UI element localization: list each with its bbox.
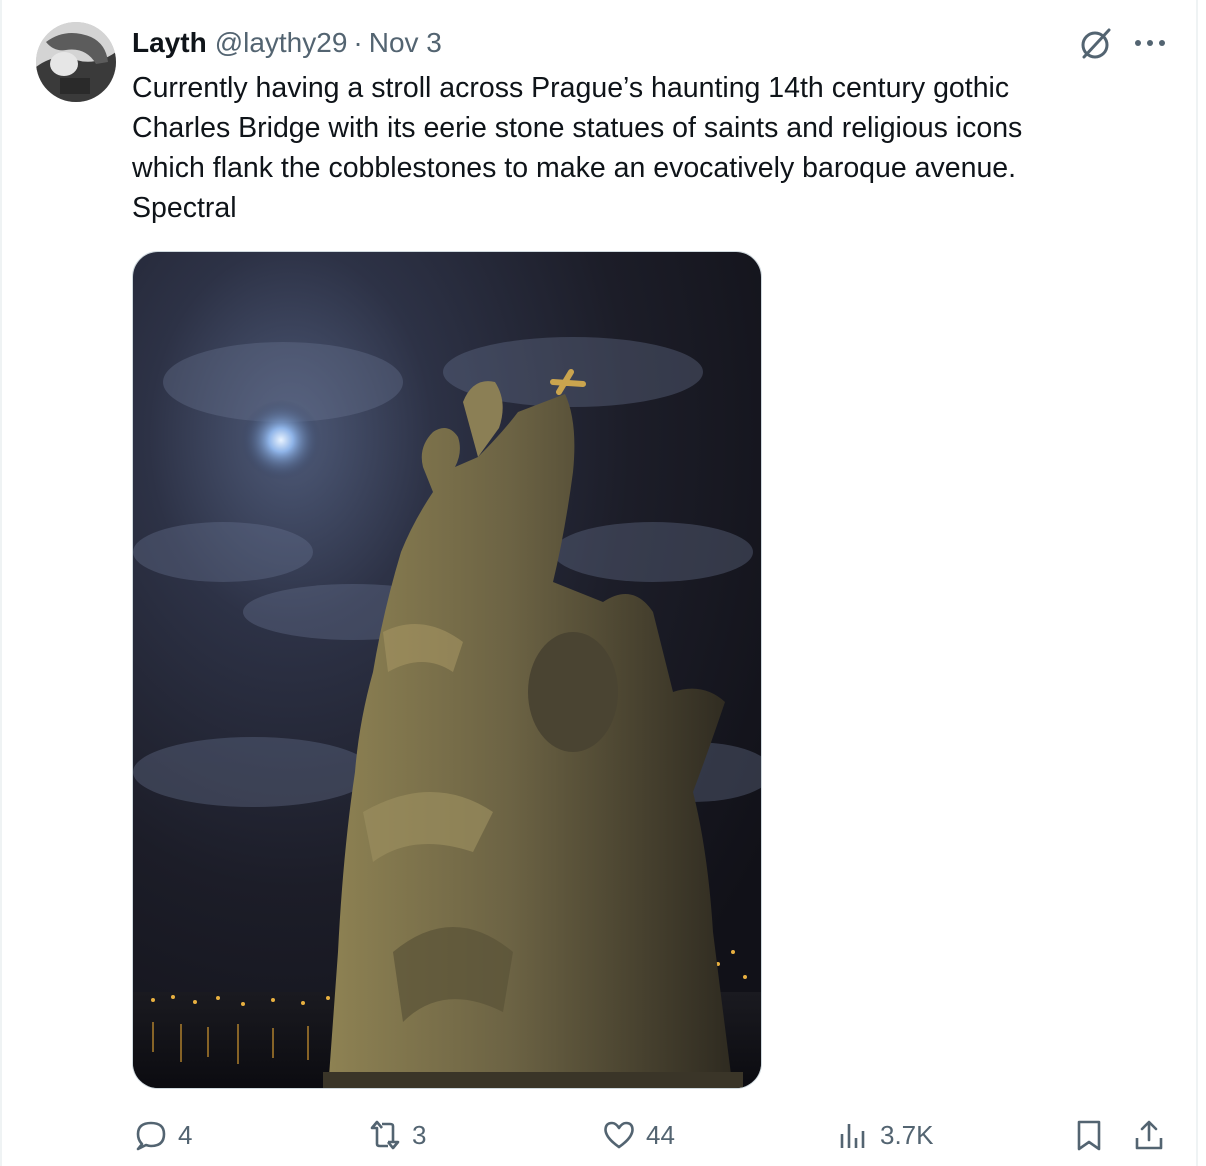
tweet-header: Layth @laythy29 · Nov 3 [132, 26, 442, 60]
tweet-date[interactable]: Nov 3 [369, 27, 442, 59]
like-button[interactable]: 44 [602, 1116, 675, 1154]
like-icon [604, 1121, 634, 1149]
reply-button[interactable]: 4 [134, 1116, 192, 1154]
views-icon [840, 1124, 865, 1148]
share-button[interactable] [1132, 1116, 1166, 1154]
bookmark-button[interactable] [1072, 1116, 1106, 1154]
repost-count: 3 [412, 1119, 427, 1150]
author-name[interactable]: Layth [132, 27, 207, 59]
tweet-text-line: Charles Bridge with its eerie stone stat… [132, 112, 1023, 144]
tweet-text-line: which flank the cobblestones to make an … [132, 152, 1017, 184]
tweet-photo[interactable] [132, 251, 762, 1089]
bookmark-icon [1077, 1120, 1101, 1151]
avatar[interactable] [36, 22, 116, 102]
tweet-text-line: Currently having a stroll across Prague’… [132, 72, 1010, 104]
like-count: 44 [646, 1119, 675, 1150]
tweet-actions: 4 3 44 3.7K [2, 1116, 1206, 1156]
repost-icon [370, 1120, 400, 1150]
reply-icon [136, 1121, 166, 1151]
author-handle[interactable]: @laythy29 [215, 27, 348, 59]
share-icon [1135, 1120, 1163, 1150]
tweet-card: Layth @laythy29 · Nov 3 Currently having… [0, 0, 1198, 1166]
separator: · [353, 27, 363, 58]
views-count: 3.7K [880, 1119, 934, 1150]
reply-count: 4 [178, 1119, 193, 1150]
grok-icon[interactable] [1078, 26, 1114, 62]
tweet-text-line: Spectral [132, 192, 237, 224]
views-button[interactable]: 3.7K [836, 1116, 934, 1154]
tweet-text: Currently having a stroll across Prague’… [132, 68, 1162, 228]
repost-button[interactable]: 3 [368, 1116, 426, 1154]
more-icon[interactable] [1132, 28, 1168, 58]
